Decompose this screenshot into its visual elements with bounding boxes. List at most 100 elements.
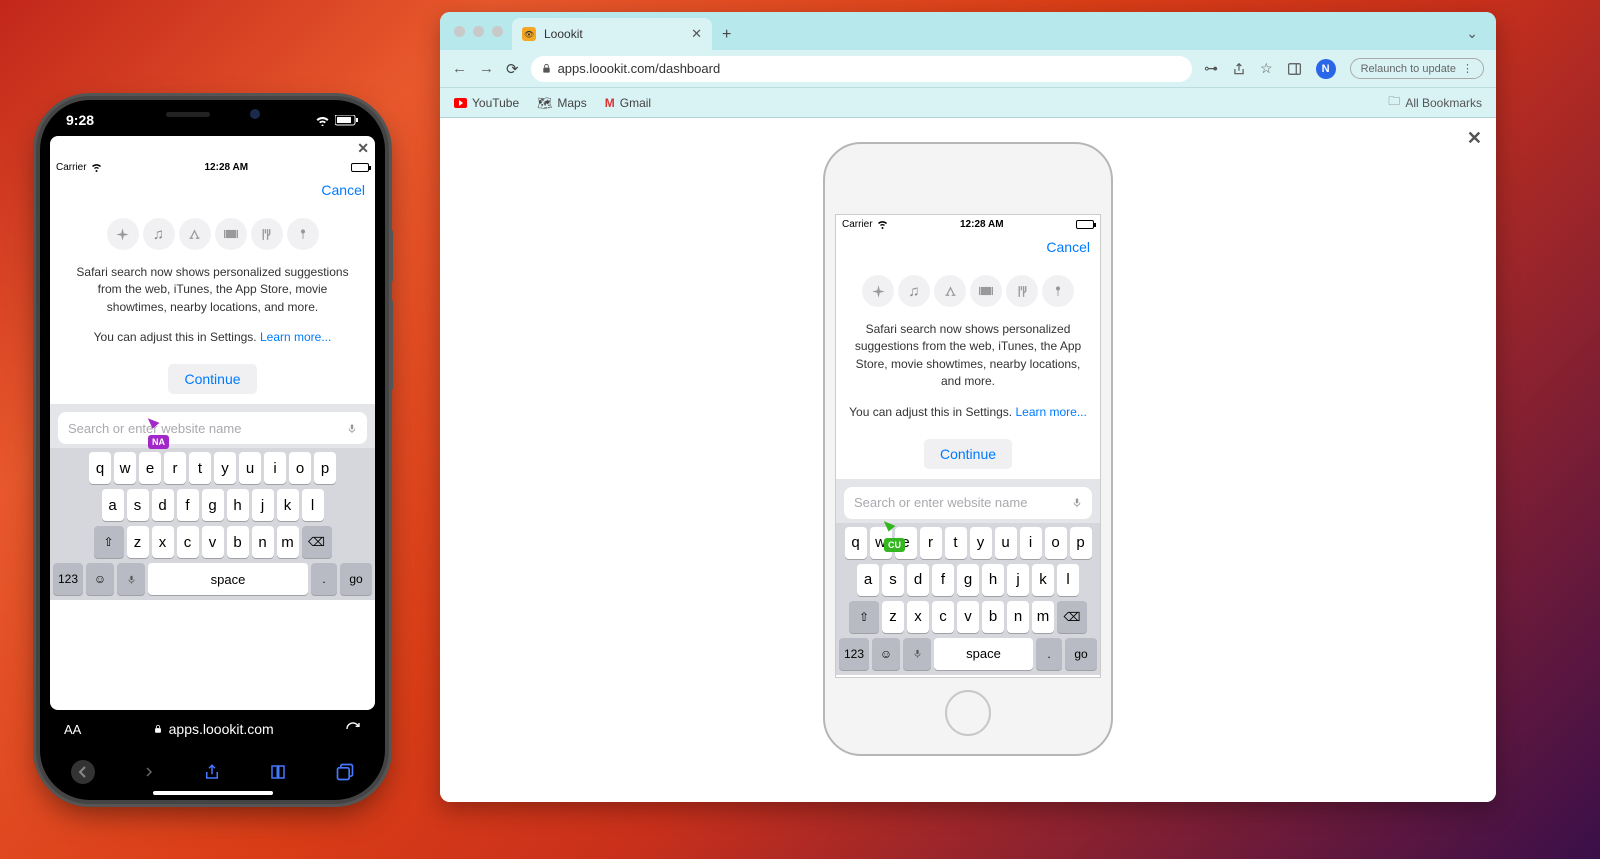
music-icon[interactable]: ♫ (143, 218, 175, 250)
window-controls[interactable] (454, 26, 503, 37)
key-s[interactable]: s (127, 489, 149, 521)
key-q[interactable]: q (845, 527, 867, 559)
key-c[interactable]: c (177, 526, 199, 558)
key-f[interactable]: f (177, 489, 199, 521)
reload-button[interactable]: ⟳ (506, 60, 519, 78)
key-t[interactable]: t (189, 452, 211, 484)
address-bar[interactable]: apps.loookit.com/dashboard (531, 56, 1192, 82)
compass-icon[interactable] (862, 275, 894, 307)
bookmark-gmail[interactable]: MGmail (605, 96, 651, 110)
key-r[interactable]: r (164, 452, 186, 484)
food-icon[interactable] (251, 218, 283, 250)
key-y[interactable]: y (214, 452, 236, 484)
star-icon[interactable]: ☆ (1260, 60, 1273, 77)
dictation-key[interactable] (117, 563, 145, 595)
go-key[interactable]: go (1065, 638, 1097, 670)
space-key[interactable]: space (934, 638, 1033, 670)
dictation-key[interactable] (903, 638, 931, 670)
back-button[interactable] (70, 759, 96, 785)
numbers-key[interactable]: 123 (839, 638, 869, 670)
music-icon[interactable]: ♫ (898, 275, 930, 307)
profile-avatar[interactable]: N (1316, 59, 1336, 79)
key-g[interactable]: g (202, 489, 224, 521)
key-n[interactable]: n (1007, 601, 1029, 633)
close-icon[interactable]: ✕ (1467, 128, 1482, 149)
key-p[interactable]: p (314, 452, 336, 484)
tabs-dropdown-icon[interactable]: ⌄ (1466, 25, 1478, 50)
key-x[interactable]: x (152, 526, 174, 558)
key-z[interactable]: z (882, 601, 904, 633)
dot-key[interactable]: . (311, 563, 337, 595)
key-l[interactable]: l (1057, 564, 1079, 596)
bookmark-youtube[interactable]: YouTube (454, 96, 519, 110)
key-x[interactable]: x (907, 601, 929, 633)
learn-more-link[interactable]: Learn more... (260, 330, 331, 344)
safari-search-field[interactable] (844, 487, 1092, 519)
key-t[interactable]: t (945, 527, 967, 559)
food-icon[interactable] (1006, 275, 1038, 307)
mic-icon[interactable] (347, 421, 357, 436)
key-e[interactable]: e (139, 452, 161, 484)
learn-more-link[interactable]: Learn more... (1015, 405, 1086, 419)
active-tab[interactable]: 👁 Loookit ✕ (512, 18, 712, 50)
dot-key[interactable]: . (1036, 638, 1062, 670)
key-z[interactable]: z (127, 526, 149, 558)
key-g[interactable]: g (957, 564, 979, 596)
share-icon[interactable] (1232, 61, 1246, 77)
go-key[interactable]: go (340, 563, 372, 595)
movies-icon[interactable] (970, 275, 1002, 307)
key-a[interactable]: a (857, 564, 879, 596)
search-input[interactable] (854, 495, 1066, 510)
appstore-icon[interactable] (934, 275, 966, 307)
forward-button[interactable]: → (479, 60, 494, 77)
refresh-icon[interactable] (345, 721, 361, 737)
key-l[interactable]: l (302, 489, 324, 521)
bookmarks-icon[interactable] (268, 763, 288, 781)
shift-key[interactable]: ⇧ (94, 526, 124, 558)
emoji-key[interactable]: ☺ (86, 563, 114, 595)
key-b[interactable]: b (227, 526, 249, 558)
key-v[interactable]: v (202, 526, 224, 558)
forward-button[interactable] (143, 763, 155, 781)
key-r[interactable]: r (920, 527, 942, 559)
tabs-icon[interactable] (335, 762, 355, 782)
key-q[interactable]: q (89, 452, 111, 484)
new-tab-button[interactable]: + (722, 26, 731, 50)
appstore-icon[interactable] (179, 218, 211, 250)
key-i[interactable]: i (264, 452, 286, 484)
share-icon[interactable] (203, 761, 221, 783)
key-h[interactable]: h (227, 489, 249, 521)
cancel-button[interactable]: Cancel (321, 182, 365, 198)
safari-url-bar[interactable]: AA apps.loookit.com (64, 715, 361, 743)
space-key[interactable]: space (148, 563, 308, 595)
close-icon[interactable]: ✕ (357, 140, 369, 157)
search-input[interactable] (68, 421, 341, 436)
cancel-button[interactable]: Cancel (1046, 239, 1090, 255)
key-u[interactable]: u (239, 452, 261, 484)
all-bookmarks-button[interactable]: 🗀 All Bookmarks (1388, 92, 1482, 113)
location-icon[interactable] (1042, 275, 1074, 307)
key-n[interactable]: n (252, 526, 274, 558)
password-icon[interactable]: ⊶ (1204, 60, 1218, 77)
key-j[interactable]: j (1007, 564, 1029, 596)
key-m[interactable]: m (1032, 601, 1054, 633)
key-s[interactable]: s (882, 564, 904, 596)
key-o[interactable]: o (289, 452, 311, 484)
home-indicator[interactable] (153, 791, 273, 795)
numbers-key[interactable]: 123 (53, 563, 83, 595)
key-p[interactable]: p (1070, 527, 1092, 559)
simulated-home-button[interactable] (945, 690, 991, 736)
close-tab-icon[interactable]: ✕ (691, 26, 702, 42)
key-u[interactable]: u (995, 527, 1017, 559)
key-k[interactable]: k (277, 489, 299, 521)
key-d[interactable]: d (907, 564, 929, 596)
location-icon[interactable] (287, 218, 319, 250)
continue-button[interactable]: Continue (924, 439, 1012, 469)
continue-button[interactable]: Continue (168, 364, 256, 394)
key-w[interactable]: w (114, 452, 136, 484)
key-j[interactable]: j (252, 489, 274, 521)
key-f[interactable]: f (932, 564, 954, 596)
bookmark-maps[interactable]: 🗺Maps (537, 96, 587, 110)
emoji-key[interactable]: ☺ (872, 638, 900, 670)
backspace-key[interactable]: ⌫ (1057, 601, 1087, 633)
